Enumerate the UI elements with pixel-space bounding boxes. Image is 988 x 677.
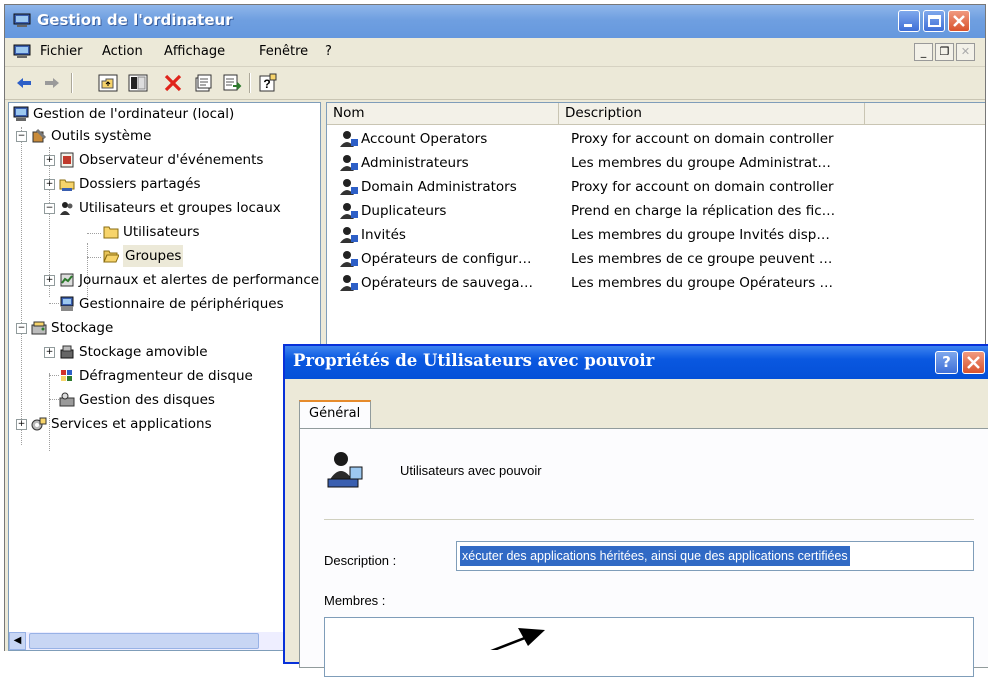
dialog-title: Propriétés de Utilisateurs avec pouvoir <box>293 351 655 370</box>
list-row[interactable]: Opérateurs de configur… Les membres de c… <box>327 247 985 271</box>
tree-horizontal-scrollbar[interactable]: ◀ <box>9 632 320 650</box>
dialog-help-button[interactable]: ? <box>935 351 958 374</box>
description-label: Description : <box>324 553 397 568</box>
dialog-title-bar[interactable]: Propriétés de Utilisateurs avec pouvoir … <box>285 346 988 379</box>
expand-toggle[interactable]: + <box>16 419 27 430</box>
delete-icon[interactable] <box>162 72 184 94</box>
group-icon <box>340 251 358 267</box>
services-icon <box>31 417 47 431</box>
list-row[interactable]: Duplicateurs Prend en charge la réplicat… <box>327 199 985 223</box>
window-title: Gestion de l'ordinateur <box>37 11 233 29</box>
tab-general[interactable]: Général <box>299 400 371 428</box>
computer-icon[interactable] <box>13 44 31 59</box>
scroll-thumb[interactable] <box>29 633 259 649</box>
properties-icon[interactable] <box>192 72 214 94</box>
device-manager-icon <box>60 296 74 311</box>
minimize-icon <box>904 24 912 27</box>
menu-fenetre[interactable]: Fenêtre <box>259 44 308 59</box>
group-properties-dialog: Propriétés de Utilisateurs avec pouvoir … <box>283 344 988 677</box>
close-icon <box>953 15 965 27</box>
group-icon <box>340 131 358 147</box>
mdi-window-buttons: _ ❐ ✕ <box>914 43 975 61</box>
performance-logs-icon <box>60 273 74 287</box>
mdi-minimize-button[interactable]: _ <box>914 43 933 61</box>
list-row[interactable]: Domain Administrators Proxy for account … <box>327 175 985 199</box>
menu-fichier[interactable]: Fichier <box>40 44 83 59</box>
dialog-close-button[interactable] <box>962 351 985 374</box>
up-folder-icon[interactable] <box>97 72 119 94</box>
users-groups-icon <box>60 202 73 215</box>
maximize-icon <box>928 15 941 27</box>
list-row[interactable]: Administrateurs Les membres du groupe Ad… <box>327 151 985 175</box>
close-icon <box>967 356 980 369</box>
menu-bar: Fichier Action Affichage Fenêtre ? _ ❐ ✕ <box>5 38 985 67</box>
toolbar: ? <box>5 67 985 100</box>
description-field[interactable]: xécuter des applications héritées, ainsi… <box>456 541 974 571</box>
collapse-toggle[interactable]: − <box>16 131 27 142</box>
computer-icon <box>13 13 31 27</box>
forward-arrow-icon[interactable] <box>41 72 63 94</box>
defragmenter-icon <box>61 370 72 381</box>
expand-toggle[interactable]: + <box>44 155 55 166</box>
group-icon <box>327 452 363 488</box>
column-header-description[interactable]: Description <box>559 103 865 125</box>
group-icon <box>340 203 358 219</box>
console-tree[interactable]: Gestion de l'ordinateur (local) − Outils… <box>8 102 321 651</box>
mdi-close-button[interactable]: ✕ <box>956 43 975 61</box>
members-label: Membres : <box>324 593 386 608</box>
export-list-icon[interactable] <box>221 72 243 94</box>
maximize-button[interactable] <box>923 10 945 32</box>
show-hide-tree-icon[interactable] <box>127 72 149 94</box>
expand-toggle[interactable]: + <box>44 179 55 190</box>
mdi-restore-button[interactable]: ❐ <box>935 43 954 61</box>
list-row[interactable]: Invités Les membres du groupe Invités di… <box>327 223 985 247</box>
collapse-toggle[interactable]: − <box>44 203 55 214</box>
folder-icon <box>103 226 119 239</box>
column-header-empty[interactable] <box>865 103 985 125</box>
divider <box>324 519 974 520</box>
removable-storage-icon <box>60 345 74 359</box>
collapse-toggle[interactable]: − <box>16 323 27 334</box>
group-icon <box>340 155 358 171</box>
back-arrow-icon[interactable] <box>13 72 35 94</box>
list-row[interactable]: Account Operators Proxy for account on d… <box>327 127 985 151</box>
storage-icon <box>31 321 47 335</box>
list-row[interactable]: Opérateurs de sauvega… Les membres du gr… <box>327 271 985 295</box>
menu-affichage[interactable]: Affichage <box>164 44 225 59</box>
members-list[interactable] <box>324 617 974 677</box>
general-tab-panel: Utilisateurs avec pouvoir Description : … <box>299 428 988 677</box>
group-icon <box>340 179 358 195</box>
open-folder-icon <box>103 250 119 263</box>
menu-action[interactable]: Action <box>102 44 143 59</box>
shared-folder-icon <box>59 179 75 191</box>
computer-icon <box>13 106 29 121</box>
expand-toggle[interactable]: + <box>44 347 55 358</box>
group-name: Utilisateurs avec pouvoir <box>400 463 542 478</box>
close-button[interactable] <box>948 10 970 32</box>
disk-management-icon <box>59 392 75 407</box>
title-bar[interactable]: Gestion de l'ordinateur <box>5 5 985 38</box>
group-icon <box>340 275 358 291</box>
system-tools-icon <box>32 128 47 143</box>
expand-toggle[interactable]: + <box>44 275 55 286</box>
menu-help[interactable]: ? <box>325 44 332 59</box>
column-header-name[interactable]: Nom <box>327 103 559 125</box>
group-icon <box>340 227 358 243</box>
minimize-button[interactable] <box>898 10 920 32</box>
description-selected-text: xécuter des applications héritées, ainsi… <box>460 546 850 566</box>
scroll-left-arrow-icon[interactable]: ◀ <box>9 632 26 650</box>
help-icon[interactable]: ? <box>257 72 279 94</box>
event-viewer-icon <box>60 152 74 168</box>
